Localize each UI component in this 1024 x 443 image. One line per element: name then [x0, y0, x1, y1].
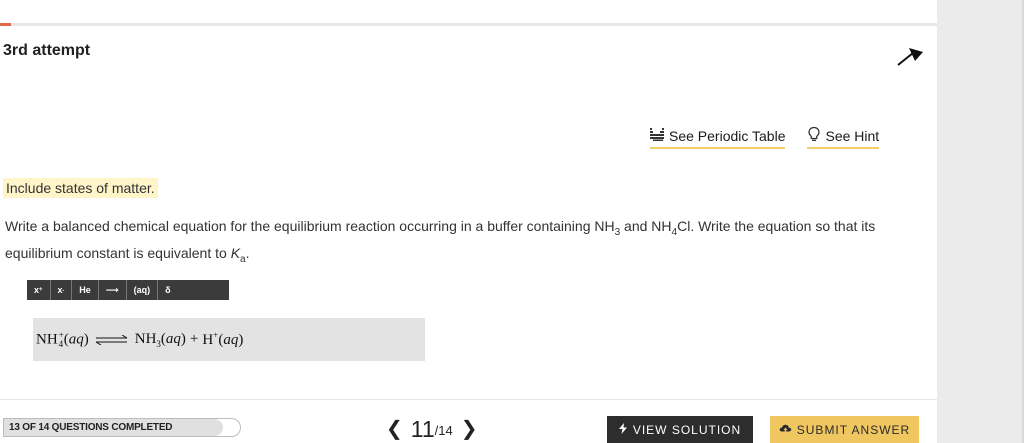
question-text-part: and NH: [620, 218, 672, 234]
superscript-button[interactable]: x +: [27, 280, 51, 300]
previous-question-icon[interactable]: ❮: [386, 416, 403, 442]
subscript: 3: [156, 338, 161, 349]
element-button[interactable]: He: [72, 280, 99, 300]
pin-icon[interactable]: [896, 42, 926, 68]
question-pager: ❮ 11 /14 ❯: [386, 416, 478, 442]
subscript-button[interactable]: x.: [51, 280, 73, 300]
species: NH: [134, 330, 157, 347]
right-side-panel: [937, 0, 1024, 443]
total-questions: /14: [434, 423, 453, 438]
lightbulb-icon: [807, 126, 821, 145]
hint-link-label: See Hint: [825, 127, 880, 144]
state: aq: [223, 332, 239, 348]
instruction-note: Include states of matter.: [3, 178, 158, 198]
submit-answer-button[interactable]: SUBMIT ANSWER: [770, 416, 919, 443]
next-question-icon[interactable]: ❯: [461, 416, 478, 442]
view-solution-label: VIEW SOLUTION: [632, 422, 742, 437]
element-button-label: He: [79, 285, 91, 295]
equilibrium-arrow-icon: [95, 334, 129, 345]
ka-symbol: K: [230, 244, 241, 261]
charge: +: [213, 330, 219, 340]
reaction-arrow-button[interactable]: ⟶: [99, 280, 127, 300]
state: aq: [68, 330, 84, 347]
answer-input[interactable]: NH +4 (aq) NH3(aq) + H+(aq): [33, 318, 425, 361]
upload-cloud-icon: [779, 423, 792, 437]
superscript-mark: +: [39, 287, 43, 293]
product-2: H+(aq): [202, 330, 244, 348]
subscript: 4: [58, 338, 64, 349]
state-button-label: (aq): [133, 285, 151, 295]
plus-sign: +: [189, 331, 199, 347]
question-text: Write a balanced chemical equation for t…: [5, 216, 905, 270]
species: H: [202, 332, 214, 348]
reaction-arrow-label: ⟶: [105, 284, 119, 295]
question-text-part: Write a balanced chemical equation for t…: [5, 218, 615, 234]
periodic-table-link-label: See Periodic Table: [669, 127, 786, 144]
attempt-progress-fill: [0, 23, 11, 26]
questions-progress-text: 13 OF 14 QUESTIONS COMPLETED: [9, 422, 173, 433]
attempt-label: 3rd attempt: [3, 42, 91, 59]
delta-button-label: δ: [165, 285, 171, 295]
reactant: NH +4 (aq): [36, 329, 89, 349]
species: NH: [36, 330, 58, 347]
product-1: NH3(aq): [134, 330, 186, 349]
attempt-progress-bar: [0, 23, 937, 26]
state: aq: [165, 330, 181, 347]
questions-progress-bar: 13 OF 14 QUESTIONS COMPLETED: [3, 418, 241, 437]
state-button[interactable]: (aq): [127, 280, 159, 300]
question-text-part: .: [245, 244, 250, 261]
lightning-icon: [618, 422, 627, 437]
current-question-number: 11: [410, 416, 435, 442]
periodic-table-icon: [650, 127, 665, 144]
subscript-mark: .: [62, 287, 65, 293]
view-solution-button[interactable]: VIEW SOLUTION: [607, 416, 753, 443]
periodic-table-link[interactable]: See Periodic Table: [650, 126, 786, 149]
equation-toolbar: x + x. He ⟶ (aq) δ: [27, 280, 229, 300]
hint-link[interactable]: See Hint: [807, 126, 880, 149]
delta-button[interactable]: δ: [158, 280, 177, 300]
footer-divider: [0, 399, 937, 400]
question-panel: 3rd attempt See Periodic Table See Hint …: [0, 0, 937, 443]
submit-answer-label: SUBMIT ANSWER: [796, 422, 911, 437]
